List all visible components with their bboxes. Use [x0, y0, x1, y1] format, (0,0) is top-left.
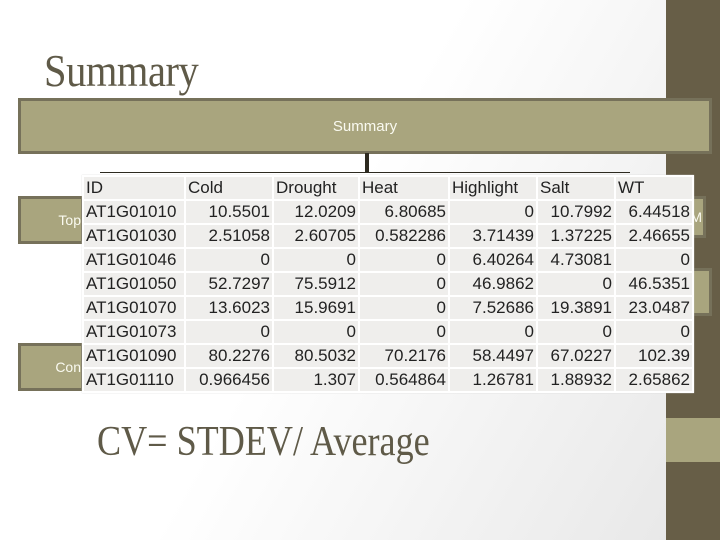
cell-wt: 6.44518: [616, 201, 692, 223]
expression-table: ID Cold Drought Heat Highlight Salt WT A…: [82, 175, 694, 393]
cell-salt: 67.0227: [538, 345, 614, 367]
header-drought: Drought: [274, 177, 358, 199]
side-box-top: Top: [18, 196, 84, 244]
cell-cold: 0: [186, 249, 272, 271]
cell-salt: 0: [538, 273, 614, 295]
cell-wt: 102.39: [616, 345, 692, 367]
cell-drought: 2.60705: [274, 225, 358, 247]
cell-heat: 0.564864: [360, 369, 448, 391]
header-heat: Heat: [360, 177, 448, 199]
cell-highlight: 1.26781: [450, 369, 536, 391]
cell-heat: 70.2176: [360, 345, 448, 367]
cell-highlight: 46.9862: [450, 273, 536, 295]
cell-heat: 0: [360, 297, 448, 319]
slide-title: Summary: [44, 45, 199, 96]
cell-wt: 0: [616, 249, 692, 271]
header-highlight: Highlight: [450, 177, 536, 199]
cell-wt: 23.0487: [616, 297, 692, 319]
summary-box: Summary: [18, 98, 712, 154]
cell-id: AT1G01010: [84, 201, 184, 223]
cell-heat: 0: [360, 273, 448, 295]
header-wt: WT: [616, 177, 692, 199]
cell-cold: 0.966456: [186, 369, 272, 391]
table-row: AT1G01046 0 0 0 6.40264 4.73081 0: [84, 249, 692, 271]
cell-id: AT1G01073: [84, 321, 184, 343]
cell-drought: 0: [274, 249, 358, 271]
cell-wt: 2.46655: [616, 225, 692, 247]
cell-salt: 1.37225: [538, 225, 614, 247]
cell-highlight: 0: [450, 201, 536, 223]
cell-highlight: 0: [450, 321, 536, 343]
table-row: AT1G01030 2.51058 2.60705 0.582286 3.71439 1.…: [84, 225, 692, 247]
cell-salt: 4.73081: [538, 249, 614, 271]
cell-cold: 13.6023: [186, 297, 272, 319]
header-cold: Cold: [186, 177, 272, 199]
connector-horizontal: [100, 172, 630, 173]
cell-id: AT1G01110: [84, 369, 184, 391]
cell-salt: 10.7992: [538, 201, 614, 223]
cell-cold: 10.5501: [186, 201, 272, 223]
cell-drought: 80.5032: [274, 345, 358, 367]
table-row: AT1G01073 0 0 0 0 0 0: [84, 321, 692, 343]
cell-drought: 0: [274, 321, 358, 343]
connector-vertical: [365, 153, 369, 173]
cell-cold: 80.2276: [186, 345, 272, 367]
cell-heat: 6.80685: [360, 201, 448, 223]
cell-cold: 52.7297: [186, 273, 272, 295]
cell-id: AT1G01070: [84, 297, 184, 319]
table-row: AT1G01090 80.2276 80.5032 70.2176 58.4497 67.…: [84, 345, 692, 367]
cv-formula: CV= STDEV/ Average: [97, 419, 430, 465]
cell-id: AT1G01030: [84, 225, 184, 247]
table-row: AT1G01070 13.6023 15.9691 0 7.52686 19.3891 23…: [84, 297, 692, 319]
side-box-con: Con: [18, 343, 84, 391]
cell-highlight: 3.71439: [450, 225, 536, 247]
cell-wt: 2.65862: [616, 369, 692, 391]
cell-heat: 0: [360, 249, 448, 271]
table-row: AT1G01010 10.5501 12.0209 6.80685 0 10.7992 6.…: [84, 201, 692, 223]
cell-highlight: 6.40264: [450, 249, 536, 271]
cell-cold: 0: [186, 321, 272, 343]
cell-heat: 0.582286: [360, 225, 448, 247]
cell-drought: 75.5912: [274, 273, 358, 295]
cell-heat: 0: [360, 321, 448, 343]
cell-salt: 1.88932: [538, 369, 614, 391]
cell-salt: 19.3891: [538, 297, 614, 319]
table-row: AT1G01110 0.966456 1.307 0.564864 1.26781 1.8…: [84, 369, 692, 391]
cell-drought: 12.0209: [274, 201, 358, 223]
header-salt: Salt: [538, 177, 614, 199]
cell-highlight: 7.52686: [450, 297, 536, 319]
cell-id: AT1G01090: [84, 345, 184, 367]
cell-salt: 0: [538, 321, 614, 343]
side-box-con-label: Con: [55, 359, 81, 375]
cell-wt: 0: [616, 321, 692, 343]
decorative-right-band: [666, 418, 720, 462]
cell-wt: 46.5351: [616, 273, 692, 295]
cell-drought: 1.307: [274, 369, 358, 391]
cell-id: AT1G01050: [84, 273, 184, 295]
side-box-top-label: Top: [58, 212, 81, 228]
cell-cold: 2.51058: [186, 225, 272, 247]
cell-highlight: 58.4497: [450, 345, 536, 367]
header-id: ID: [84, 177, 184, 199]
table-header-row: ID Cold Drought Heat Highlight Salt WT: [84, 177, 692, 199]
summary-box-label: Summary: [332, 117, 398, 135]
cell-drought: 15.9691: [274, 297, 358, 319]
cell-id: AT1G01046: [84, 249, 184, 271]
table-row: AT1G01050 52.7297 75.5912 0 46.9862 0 46.5351: [84, 273, 692, 295]
